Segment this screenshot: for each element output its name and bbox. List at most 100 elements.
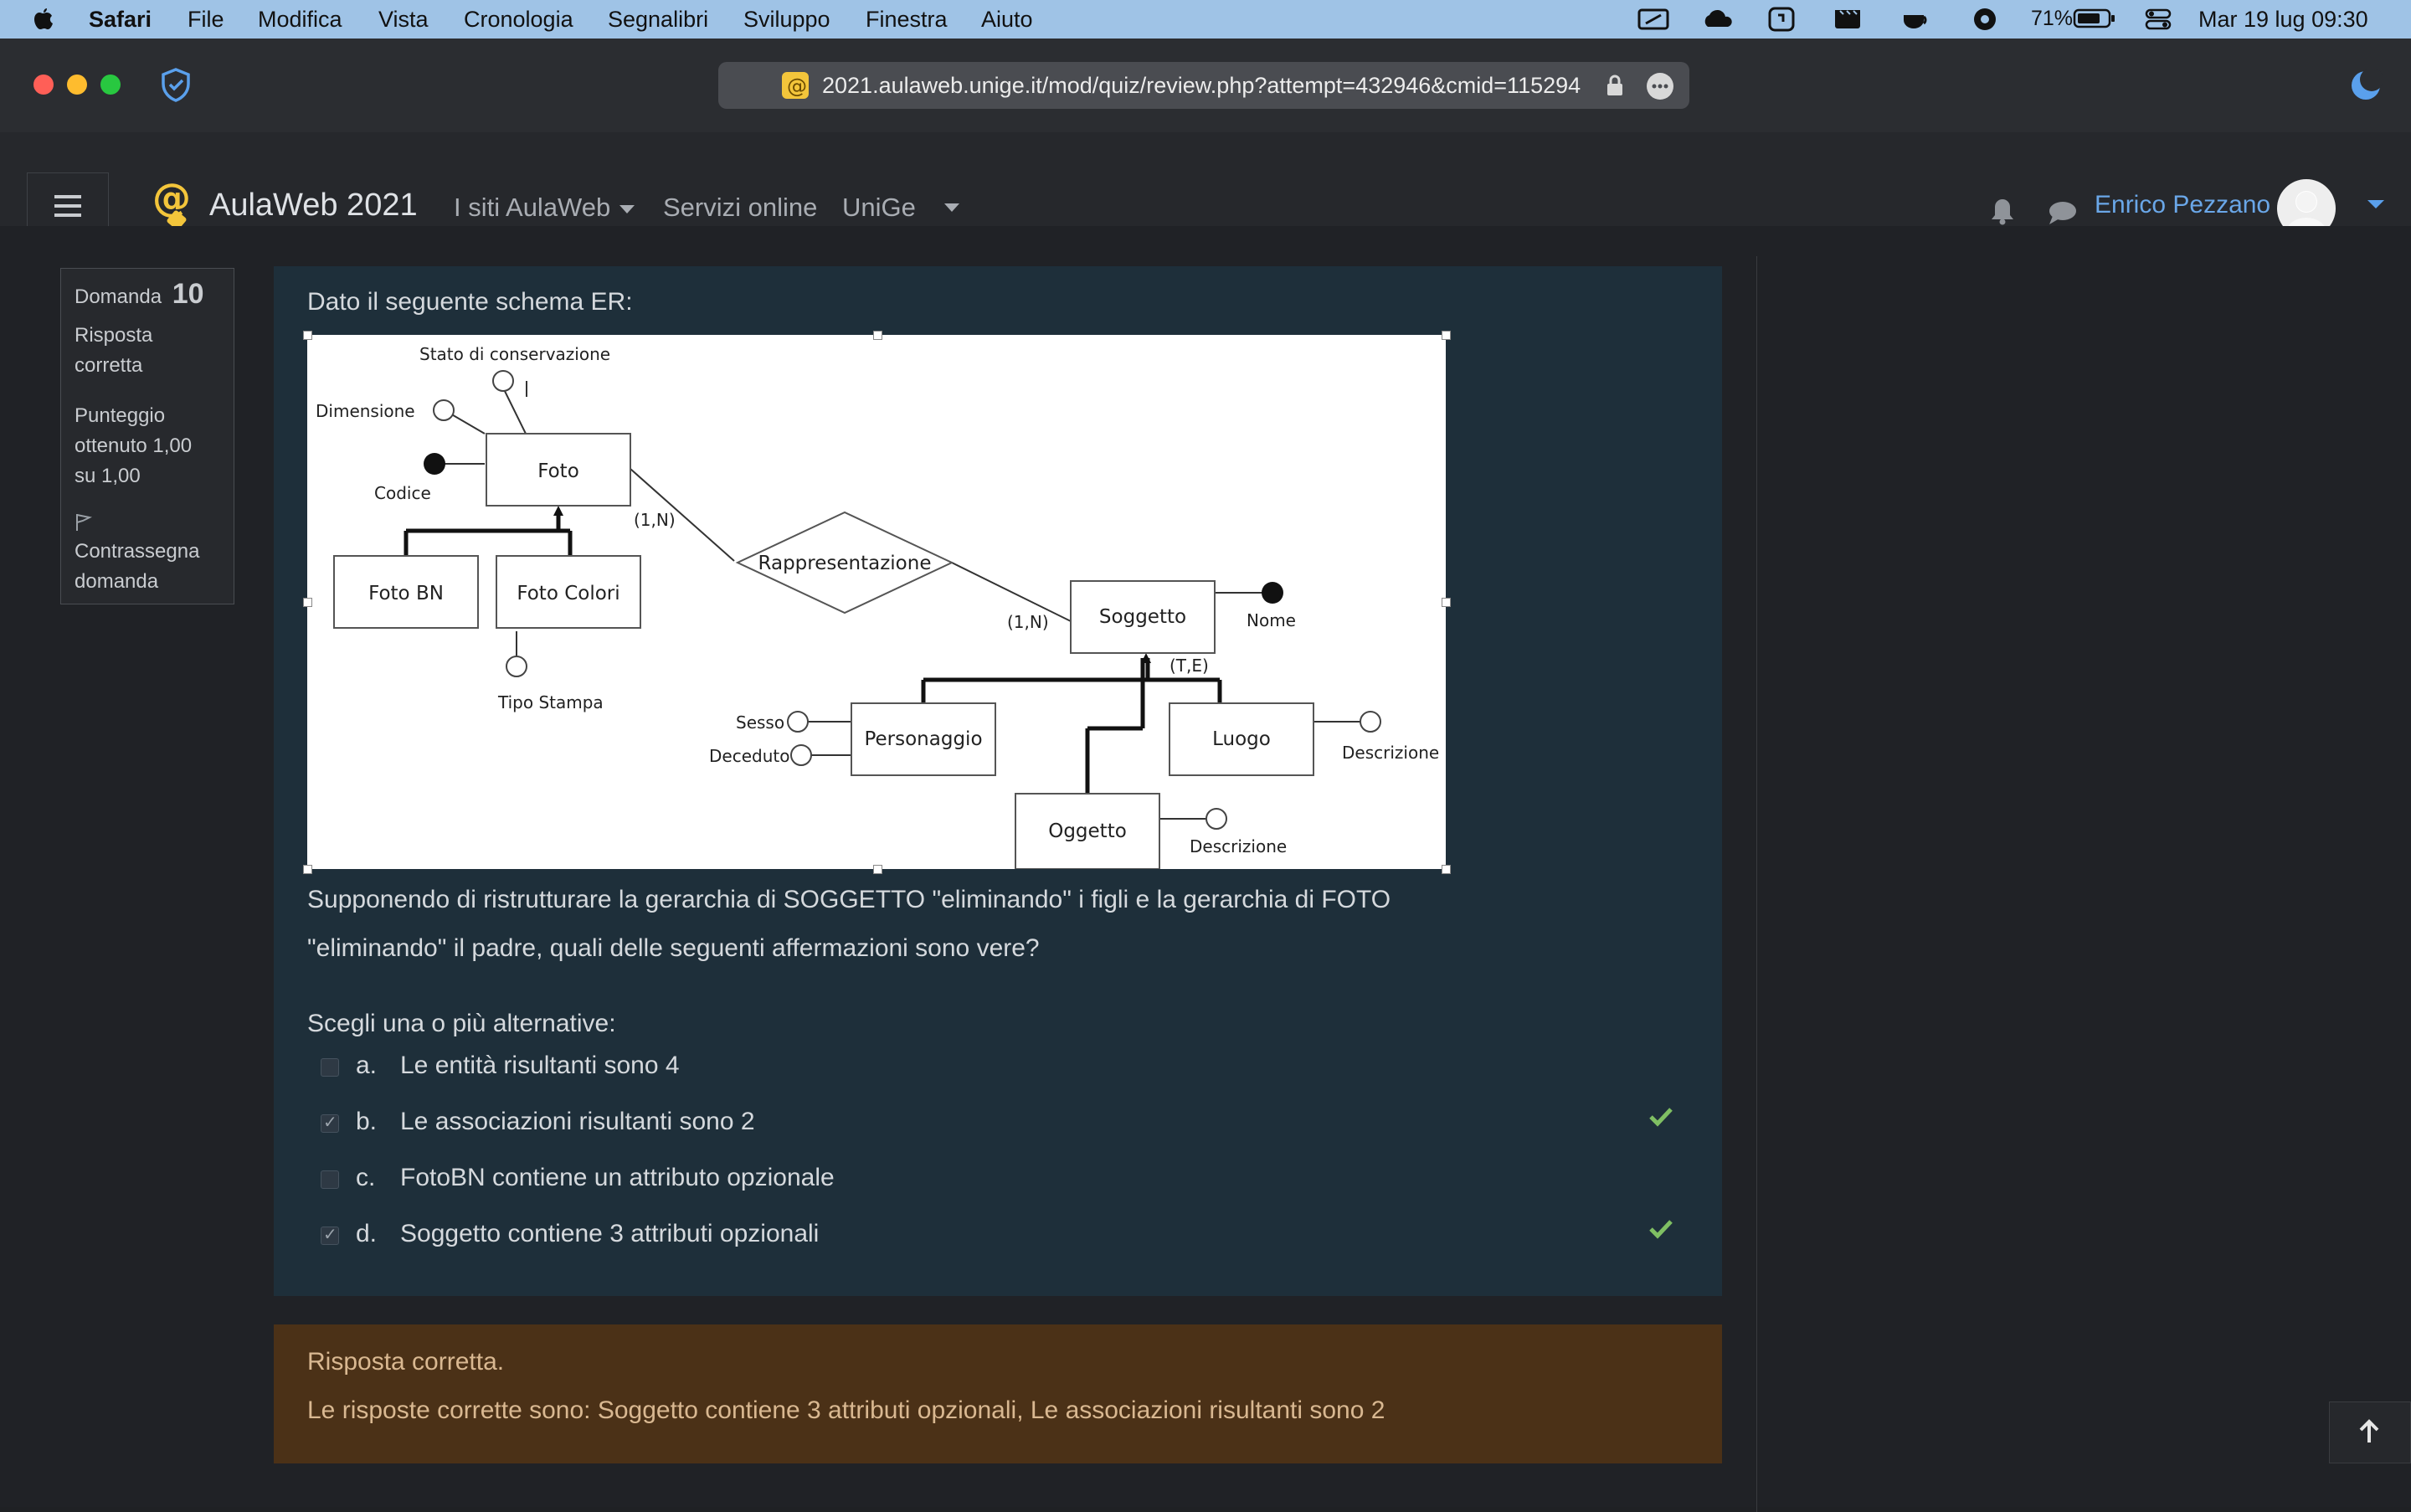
correct-check-icon <box>1648 1218 1673 1247</box>
apple-icon[interactable] <box>32 7 54 32</box>
attr-codice-label: Codice <box>374 483 431 503</box>
question-info-block: Domanda 10 Risposta corretta Punteggio o… <box>60 268 234 604</box>
zoom-window-button[interactable] <box>100 75 121 95</box>
user-name[interactable]: Enrico Pezzano <box>2095 191 2270 219</box>
cloud-icon[interactable] <box>1701 7 1735 38</box>
entity-foto-colori-label: Foto Colori <box>517 583 619 604</box>
aperture-icon[interactable] <box>1971 7 1999 38</box>
feedback-result: Risposta corretta. <box>307 1348 505 1376</box>
nav-servizi-online[interactable]: Servizi online <box>663 193 817 223</box>
macos-menubar: Safari File Modifica Vista Cronologia Se… <box>0 0 2411 39</box>
bell-icon[interactable] <box>1989 196 2016 230</box>
question-panel: Dato il seguente schema ER: Foto Foto BN… <box>274 266 1722 1296</box>
question-number: 10 <box>172 278 204 310</box>
minimize-window-button[interactable] <box>67 75 87 95</box>
cardinality-soggetto: (1,N) <box>1007 612 1049 632</box>
option-checkbox[interactable] <box>321 1112 339 1133</box>
site-navbar: @ AulaWeb 2021 I siti AulaWeb Servizi on… <box>0 132 2411 238</box>
answer-option-d[interactable]: d. Soggetto contiene 3 attributi opziona… <box>274 1216 1673 1258</box>
control-center-icon[interactable] <box>2145 7 2172 38</box>
feedback-panel: Risposta corretta. Le risposte corrette … <box>274 1324 1722 1463</box>
nav-siti-aulaweb[interactable]: I siti AulaWeb <box>454 193 610 223</box>
attr-deceduto-label: Deceduto <box>709 746 789 766</box>
menu-modifica[interactable]: Modifica <box>258 7 342 33</box>
option-checkbox[interactable] <box>321 1058 339 1077</box>
menu-segnalibri[interactable]: Segnalibri <box>608 7 708 33</box>
entity-luogo-label: Luogo <box>1212 728 1271 750</box>
question-intro: Dato il seguente schema ER: <box>307 288 633 316</box>
answer-option-c[interactable]: c. FotoBN contiene un attributo opzional… <box>274 1160 1647 1202</box>
url-text[interactable]: 2021.aulaweb.unige.it/mod/quiz/review.ph… <box>822 73 1581 99</box>
svg-text:@: @ <box>787 75 807 98</box>
relationship-rappresentazione-label: Rappresentazione <box>758 553 932 574</box>
answer-option-b[interactable]: b. Le associazioni risultanti sono 2 <box>274 1104 1673 1146</box>
generalization-te: (T,E) <box>1170 656 1209 676</box>
menu-app-safari[interactable]: Safari <box>89 7 152 33</box>
screen-mirroring-icon[interactable] <box>1637 7 1669 38</box>
battery-icon[interactable] <box>2073 7 2116 36</box>
attr-sesso-label: Sesso <box>736 712 784 733</box>
menu-cronologia[interactable]: Cronologia <box>464 7 573 33</box>
option-text[interactable]: FotoBN contiene un attributo opzionale <box>400 1164 835 1192</box>
attr-nome-label: Nome <box>1247 610 1296 630</box>
entity-oggetto-label: Oggetto <box>1048 820 1127 842</box>
flag-question-link[interactable]: Contrassegna domanda <box>75 537 225 597</box>
question-label: Domanda <box>75 285 162 308</box>
answer-option-a[interactable]: a. Le entità risultanti sono 4 <box>274 1048 1647 1090</box>
option-checkbox[interactable] <box>321 1170 339 1189</box>
option-letter: a. <box>356 1052 378 1079</box>
correct-check-icon <box>1648 1106 1673 1134</box>
site-title[interactable]: AulaWeb 2021 <box>209 188 418 224</box>
answer-prompt: Scegli una o più alternative: <box>307 1010 616 1037</box>
attr-tipo-stampa-label: Tipo Stampa <box>497 692 604 712</box>
app-status-icon[interactable] <box>1768 7 1795 38</box>
entity-soggetto-label: Soggetto <box>1099 606 1186 628</box>
cardinality-foto: (1,N) <box>634 510 676 530</box>
chevron-down-icon[interactable] <box>619 204 635 219</box>
address-bar[interactable]: @ 2021.aulaweb.unige.it/mod/quiz/review.… <box>718 62 1689 109</box>
menu-finestra[interactable]: Finestra <box>866 7 948 33</box>
menu-sviluppo[interactable]: Sviluppo <box>743 7 830 33</box>
column-divider <box>1756 256 1757 1512</box>
entity-foto-label: Foto <box>537 460 579 482</box>
feedback-correct-answers: Le risposte corrette sono: Soggetto cont… <box>307 1396 1385 1424</box>
attr-descrizione-oggetto-label: Descrizione <box>1190 836 1287 856</box>
nav-unige[interactable]: UniGe <box>842 193 916 223</box>
more-options-icon[interactable] <box>1646 72 1674 106</box>
attr-stato-label: Stato di conservazione <box>419 344 610 364</box>
browser-window: @ 2021.aulaweb.unige.it/mod/quiz/review.… <box>0 39 2411 1512</box>
privacy-shield-icon[interactable] <box>159 67 193 106</box>
attr-descrizione-luogo-label: Descrizione <box>1342 743 1439 763</box>
option-letter: d. <box>356 1220 378 1247</box>
menu-vista[interactable]: Vista <box>378 7 429 33</box>
menu-aiuto[interactable]: Aiuto <box>981 7 1033 33</box>
arrow-up-icon <box>2359 1419 2379 1443</box>
entity-personaggio-label: Personaggio <box>864 728 982 750</box>
option-checkbox[interactable] <box>321 1224 339 1245</box>
chevron-down-icon[interactable] <box>944 203 959 218</box>
er-diagram-image: Foto Foto BN Foto Colori Rappresentazion… <box>303 331 1451 874</box>
question-score: Punteggio ottenuto 1,00 su 1,00 <box>75 404 193 487</box>
question-text-line1: Supponendo di ristrutturare la gerarchia… <box>307 886 1391 913</box>
option-letter: c. <box>356 1164 376 1191</box>
menu-file[interactable]: File <box>188 7 224 33</box>
svg-text:@: @ <box>152 177 191 220</box>
option-text[interactable]: Soggetto contiene 3 attributi opzionali <box>400 1220 819 1248</box>
option-text[interactable]: Le entità risultanti sono 4 <box>400 1052 680 1080</box>
page-content: Domanda 10 Risposta corretta Punteggio o… <box>0 226 2411 1512</box>
clapper-icon[interactable] <box>1833 7 1862 38</box>
option-text[interactable]: Le associazioni risultanti sono 2 <box>400 1108 755 1136</box>
attr-dimensione-label: Dimensione <box>316 401 415 421</box>
question-text-line2: "eliminando" il padre, quali delle segue… <box>307 934 1040 962</box>
chevron-down-icon[interactable] <box>2367 199 2384 214</box>
close-window-button[interactable] <box>33 75 54 95</box>
lock-icon <box>1606 74 1624 103</box>
cup-icon[interactable] <box>1899 7 1932 38</box>
night-mode-icon[interactable] <box>2349 68 2383 106</box>
scroll-to-top-button[interactable] <box>2329 1401 2411 1463</box>
option-letter: b. <box>356 1108 378 1135</box>
menubar-clock[interactable]: Mar 19 lug 09:30 <box>2198 7 2368 33</box>
site-favicon-icon: @ <box>782 72 809 99</box>
browser-toolbar: @ 2021.aulaweb.unige.it/mod/quiz/review.… <box>0 39 2411 133</box>
question-status: Risposta corretta <box>75 324 153 377</box>
